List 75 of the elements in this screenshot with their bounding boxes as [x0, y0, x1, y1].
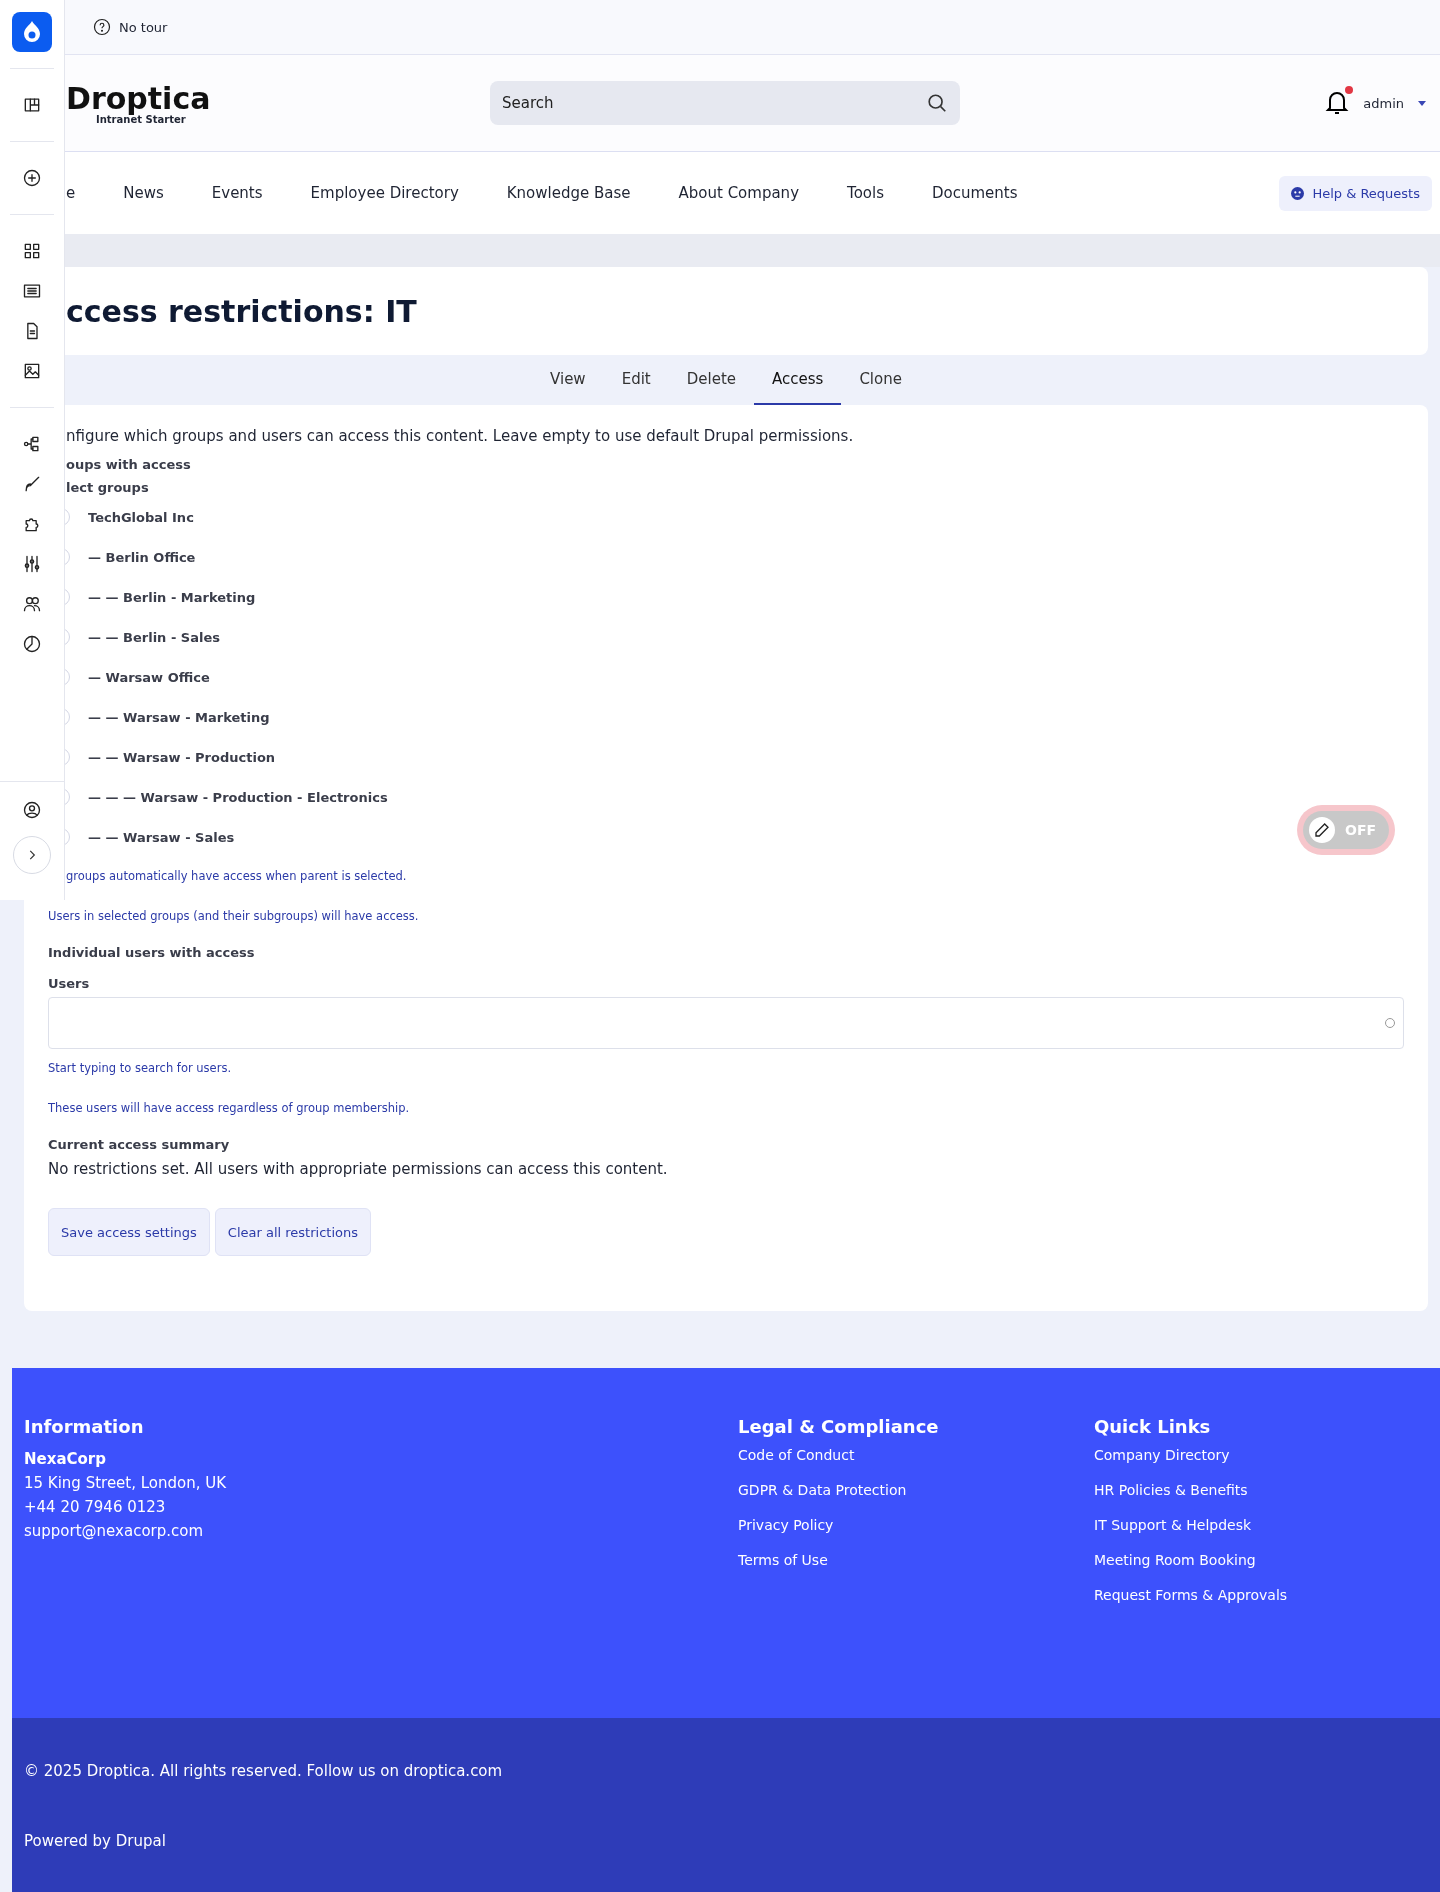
summary-text: No restrictions set. All users with appropriate permissions can access this content.	[48, 1160, 669, 1178]
company-name: NexaCorp	[24, 1449, 107, 1470]
field-label: lect groups	[66, 480, 149, 495]
nav-link[interactable]: Documents	[931, 184, 1018, 202]
form-button[interactable]: Save access settings	[48, 1208, 210, 1256]
help-text: Start typing to search for users.	[48, 1061, 233, 1075]
description: nfigure which groups and users can access this content. Leave empty to use default Drupal permissions.	[66, 427, 854, 445]
nav-link[interactable]: News	[123, 184, 164, 202]
checkbox-label[interactable]: — — Warsaw - Sales	[88, 829, 235, 845]
checkbox-label[interactable]: — — Berlin - Marketing	[88, 589, 256, 605]
pencil-icon	[1314, 822, 1330, 838]
footer-link[interactable]: Terms of Use	[738, 1552, 1094, 1568]
tab[interactable]: Delete	[668, 355, 754, 405]
nav-link[interactable]: e	[66, 184, 76, 202]
tab[interactable]: Clone	[841, 355, 920, 405]
checkbox-label[interactable]: TechGlobal Inc	[88, 509, 194, 525]
help-text: These users will have access regardless of group membership.	[48, 1101, 411, 1115]
site-subtitle: Intranet Starter	[96, 114, 186, 125]
footer-link[interactable]: Meeting Room Booking	[1094, 1552, 1428, 1568]
tour-link[interactable]: No tour	[119, 19, 168, 35]
sliders-icon[interactable]	[22, 554, 42, 574]
contact-line: support@nexacorp.com	[24, 1521, 205, 1542]
help-text: Users in selected groups (and their subgroups) will have access.	[48, 909, 420, 923]
footer-link[interactable]: Request Forms & Approvals	[1094, 1587, 1428, 1603]
form-button[interactable]: Clear all restrictions	[214, 1208, 371, 1256]
chart-icon[interactable]	[22, 634, 42, 654]
image-icon[interactable]	[22, 361, 42, 381]
search-icon[interactable]	[926, 92, 948, 114]
grid-icon[interactable]	[22, 241, 42, 261]
section-heading: Individual users with access	[48, 945, 256, 960]
nav-link[interactable]: Knowledge Base	[506, 184, 631, 202]
nav-link[interactable]: Employee Directory	[310, 184, 459, 202]
nav-link[interactable]: Events	[211, 184, 263, 202]
users-field[interactable]	[48, 997, 1404, 1049]
add-icon[interactable]	[22, 168, 42, 188]
help-button[interactable]: Help & Requests	[1279, 175, 1432, 211]
tab[interactable]: Edit	[603, 355, 669, 405]
help-text: groups automatically have access when parent is selected.	[66, 869, 407, 883]
tab[interactable]: View	[532, 355, 604, 405]
contact-line: 15 King Street, London, UK	[24, 1473, 228, 1494]
people-icon[interactable]	[22, 594, 42, 614]
caret-icon[interactable]	[1418, 100, 1426, 106]
section-heading: oups with access	[66, 457, 191, 472]
footer-link[interactable]: Privacy Policy	[738, 1517, 1094, 1533]
page-title: ccess restrictions: IT	[66, 293, 417, 329]
checkbox-label[interactable]: — — Warsaw - Production	[88, 749, 276, 765]
nav-link[interactable]: About Company	[678, 184, 799, 202]
help-icon[interactable]	[93, 18, 111, 36]
footer-link[interactable]: Company Directory	[1094, 1447, 1428, 1463]
footer-link[interactable]: GDPR & Data Protection	[738, 1482, 1094, 1498]
field-label: Users	[48, 976, 91, 991]
structure-icon[interactable]	[22, 434, 42, 454]
checkbox-label[interactable]: — — Berlin - Sales	[88, 629, 220, 645]
checkbox-label[interactable]: — — Warsaw - Marketing	[88, 709, 270, 725]
user-menu[interactable]: admin	[1363, 95, 1404, 111]
search-field[interactable]: Search	[500, 93, 884, 113]
checkbox-label[interactable]: — Berlin Office	[88, 549, 196, 565]
footer-heading: Legal & Compliance	[738, 1416, 940, 1437]
nav-link[interactable]: Tools	[847, 184, 884, 202]
footer-link[interactable]: IT Support & Helpdesk	[1094, 1517, 1428, 1533]
powered-by-text: Powered by Drupal	[24, 1832, 167, 1850]
footer-link[interactable]: Code of Conduct	[738, 1447, 1094, 1463]
search-bar[interactable]: Search	[490, 81, 960, 125]
footer-link[interactable]: HR Policies & Benefits	[1094, 1482, 1428, 1498]
copyright-text: © 2025 Droptica. All rights reserved. Follow us on droptica.com	[24, 1762, 504, 1780]
site-logo[interactable]: Droptica	[66, 81, 490, 116]
smiley-icon	[1291, 186, 1305, 200]
section-heading: Current access summary	[48, 1137, 231, 1152]
checkbox-label[interactable]: — Warsaw Office	[88, 669, 210, 685]
drupal-logo-icon[interactable]	[12, 12, 52, 52]
footer-heading: Quick Links	[1094, 1416, 1212, 1437]
contact-line: +44 20 7946 0123	[24, 1497, 167, 1518]
footer-heading: Information	[24, 1416, 145, 1437]
checkbox-label[interactable]: — — — Warsaw - Production - Electronics	[88, 789, 388, 805]
user-icon[interactable]	[22, 800, 42, 820]
